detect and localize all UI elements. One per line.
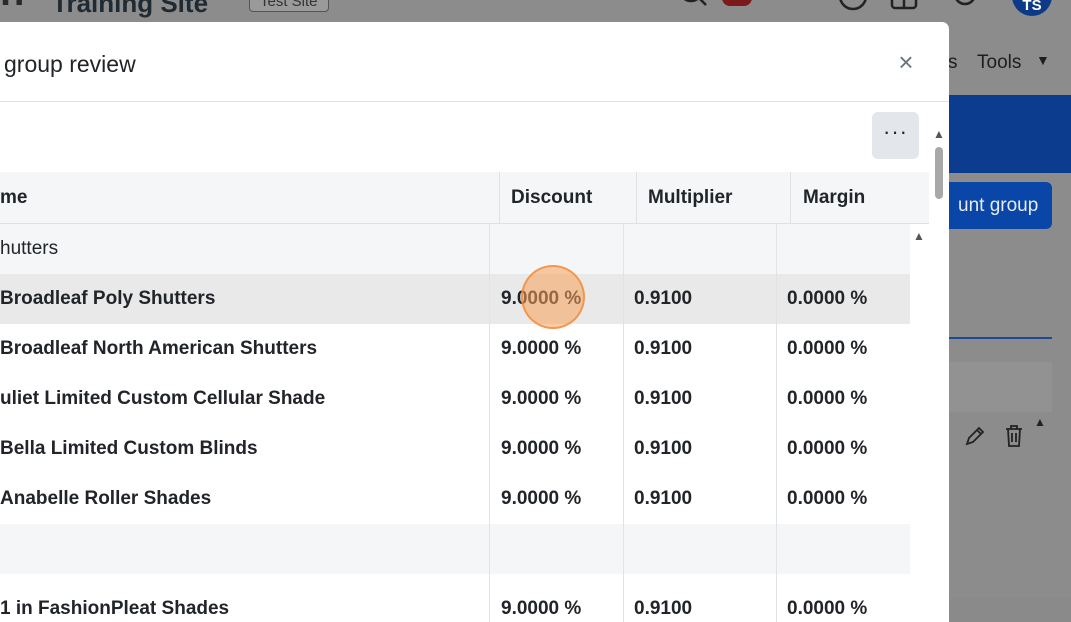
more-options-button[interactable]: ··· bbox=[872, 112, 919, 159]
notification-badge[interactable] bbox=[722, 0, 752, 6]
margin-cell[interactable]: 0.0000 % bbox=[787, 584, 867, 622]
margin-cell[interactable]: 0.0000 % bbox=[787, 474, 867, 524]
nav-item-partial[interactable]: s bbox=[948, 52, 958, 74]
column-divider bbox=[623, 224, 624, 622]
discount-cell[interactable]: 9.0000 % bbox=[501, 324, 581, 374]
table-row[interactable]: Anabelle Roller Shades 9.0000 % 0.9100 0… bbox=[0, 474, 910, 524]
multiplier-cell[interactable]: 0.9100 bbox=[634, 424, 692, 474]
margin-cell[interactable]: 0.0000 % bbox=[787, 374, 867, 424]
discount-cell[interactable]: 9.0000 % bbox=[501, 424, 581, 474]
multiplier-cell[interactable]: 0.9100 bbox=[634, 374, 692, 424]
delete-icon[interactable] bbox=[1003, 424, 1025, 453]
discount-group-review-modal: group review × ··· me Discount Multiplie… bbox=[0, 22, 949, 622]
table-header: me Discount Multiplier Margin bbox=[0, 172, 929, 224]
modal-title: group review bbox=[4, 51, 136, 77]
multiplier-cell[interactable]: 0.9100 bbox=[634, 584, 692, 622]
avatar[interactable]: TS bbox=[1012, 0, 1052, 16]
multiplier-cell[interactable]: 0.9100 bbox=[634, 324, 692, 374]
apps-icon[interactable] bbox=[890, 0, 920, 17]
sort-up-icon[interactable]: ▲ bbox=[1034, 415, 1046, 429]
margin-cell[interactable]: 0.0000 % bbox=[787, 324, 867, 374]
plus-icon[interactable] bbox=[790, 0, 806, 13]
modal-header: group review × bbox=[0, 22, 949, 102]
scroll-thumb[interactable] bbox=[935, 147, 943, 199]
settings-icon[interactable] bbox=[950, 0, 980, 17]
multiplier-cell[interactable]: 0.9100 bbox=[634, 474, 692, 524]
table-row-group[interactable] bbox=[0, 524, 910, 574]
add-discount-group-button[interactable]: unt group bbox=[940, 182, 1052, 229]
scroll-up-icon[interactable]: ▲ bbox=[933, 127, 945, 141]
table-scroll-up-icon[interactable]: ▲ bbox=[913, 229, 925, 243]
group-name-cell: hutters bbox=[0, 238, 59, 259]
tab-underline bbox=[949, 337, 1052, 339]
test-site-badge: Test Site bbox=[249, 0, 329, 12]
column-header-discount[interactable]: Discount bbox=[511, 172, 592, 223]
page-header-bar bbox=[949, 95, 1071, 173]
column-divider bbox=[790, 172, 791, 223]
column-header-multiplier[interactable]: Multiplier bbox=[648, 172, 732, 223]
table-row[interactable]: 1 in FashionPleat Shades 9.0000 % 0.9100… bbox=[0, 574, 910, 622]
product-name-cell: uliet Limited Custom Cellular Shade bbox=[0, 388, 326, 409]
help-icon[interactable] bbox=[838, 0, 868, 17]
column-divider bbox=[499, 172, 500, 223]
table-row-group[interactable]: hutters bbox=[0, 224, 910, 274]
margin-cell[interactable]: 0.0000 % bbox=[787, 424, 867, 474]
caret-down-icon[interactable]: ▼ bbox=[1036, 52, 1050, 68]
column-divider bbox=[489, 224, 490, 622]
modal-scrollbar[interactable]: ▲ bbox=[930, 123, 949, 622]
table-header-bg bbox=[949, 362, 1052, 412]
product-name-cell: Broadleaf Poly Shutters bbox=[0, 288, 216, 309]
edit-icon[interactable] bbox=[963, 424, 987, 453]
column-divider bbox=[636, 172, 637, 223]
nav-item-tools[interactable]: Tools bbox=[977, 52, 1021, 74]
discount-cell[interactable]: 9.0000 % bbox=[501, 474, 581, 524]
product-name-cell: Anabelle Roller Shades bbox=[0, 488, 212, 509]
table-row[interactable]: Broadleaf North American Shutters 9.0000… bbox=[0, 324, 910, 374]
close-button[interactable]: × bbox=[893, 49, 919, 75]
search-icon[interactable] bbox=[678, 0, 708, 15]
table-body: hutters Broadleaf Poly Shutters 9.0000 %… bbox=[0, 224, 910, 622]
multiplier-cell[interactable]: 0.9100 bbox=[634, 274, 692, 324]
table-row[interactable]: uliet Limited Custom Cellular Shade 9.00… bbox=[0, 374, 910, 424]
table-row[interactable]: Bella Limited Custom Blinds 9.0000 % 0.9… bbox=[0, 424, 910, 474]
column-divider bbox=[776, 224, 777, 622]
logo-fragment: h bbox=[0, 0, 24, 15]
site-title: Training Site bbox=[52, 0, 209, 18]
margin-cell[interactable]: 0.0000 % bbox=[787, 274, 867, 324]
table-row[interactable]: Broadleaf Poly Shutters 9.0000 % 0.9100 … bbox=[0, 274, 910, 324]
column-header-name[interactable]: me bbox=[0, 172, 27, 223]
discount-cell[interactable]: 9.0000 % bbox=[501, 584, 581, 622]
product-name-cell: Bella Limited Custom Blinds bbox=[0, 438, 258, 459]
discount-cell[interactable]: 9.0000 % bbox=[501, 374, 581, 424]
product-name-cell: Broadleaf North American Shutters bbox=[0, 338, 318, 359]
product-name-cell: 1 in FashionPleat Shades bbox=[0, 598, 230, 619]
column-header-margin[interactable]: Margin bbox=[803, 172, 865, 223]
click-indicator bbox=[521, 265, 585, 329]
